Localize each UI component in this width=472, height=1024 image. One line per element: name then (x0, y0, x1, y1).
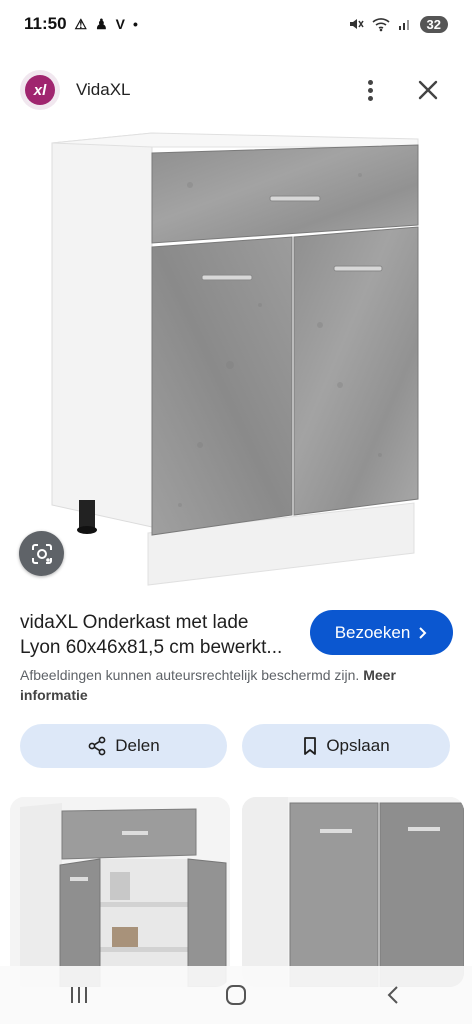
wifi-icon (371, 18, 390, 32)
mute-icon (349, 19, 364, 29)
back-icon (387, 986, 399, 1004)
source-header: xl VidaXL (0, 64, 472, 118)
vinted-icon: V (115, 16, 126, 32)
warning-icon: ⚠ (74, 15, 88, 32)
site-logo-mark: xl (25, 75, 55, 105)
dot-icon: • (133, 16, 138, 32)
recents-icon (70, 987, 87, 1003)
close-icon[interactable] (414, 76, 442, 104)
signal-icon (398, 20, 409, 30)
site-logo[interactable]: xl (20, 70, 60, 110)
status-time: 11:50 (24, 14, 67, 33)
share-icon (88, 736, 106, 756)
related-image-2[interactable] (242, 797, 464, 987)
share-button[interactable]: Delen (20, 724, 227, 768)
status-left: 11:50 ⚠ ♟ V • (24, 14, 138, 34)
site-name[interactable]: VidaXL (76, 80, 131, 100)
battery-badge: 32 (419, 15, 448, 33)
save-label: Opslaan (326, 736, 390, 755)
recents-button[interactable] (49, 975, 109, 1015)
system-nav-bar (0, 966, 472, 1024)
more-vert-icon[interactable] (358, 76, 382, 104)
product-title-line2: Lyon 60x46x81,5 cm bewerkt... (20, 637, 283, 658)
visit-button-label: Bezoeken (334, 622, 411, 642)
back-button[interactable] (363, 975, 423, 1015)
cabinet-illustration (51, 132, 419, 586)
lens-button[interactable] (19, 531, 64, 576)
bookmark-icon (304, 737, 317, 755)
chevron-right-icon (419, 626, 427, 639)
product-title[interactable]: vidaXL Onderkast met lade Lyon 60x46x81,… (20, 610, 302, 660)
copyright-text: Afbeeldingen kunnen auteursrechtelijk be… (20, 667, 360, 683)
related-image-1[interactable] (10, 797, 230, 987)
lens-icon (31, 543, 52, 564)
status-right: 32 (348, 15, 448, 33)
home-button[interactable] (206, 975, 266, 1015)
share-label: Delen (115, 736, 160, 755)
cabinet-doors-image (242, 797, 464, 987)
visit-button[interactable]: Bezoeken (310, 610, 453, 655)
save-button[interactable]: Opslaan (242, 724, 450, 768)
product-image[interactable] (0, 125, 472, 595)
home-icon (225, 985, 246, 1005)
status-bar: 11:50 ⚠ ♟ V • 32 (0, 0, 472, 48)
open-cabinet-image (10, 797, 230, 987)
product-title-line1: vidaXL Onderkast met lade (20, 612, 249, 633)
snapchat-icon: ♟ (95, 15, 108, 32)
copyright-notice: Afbeeldingen kunnen auteursrechtelijk be… (20, 665, 450, 705)
